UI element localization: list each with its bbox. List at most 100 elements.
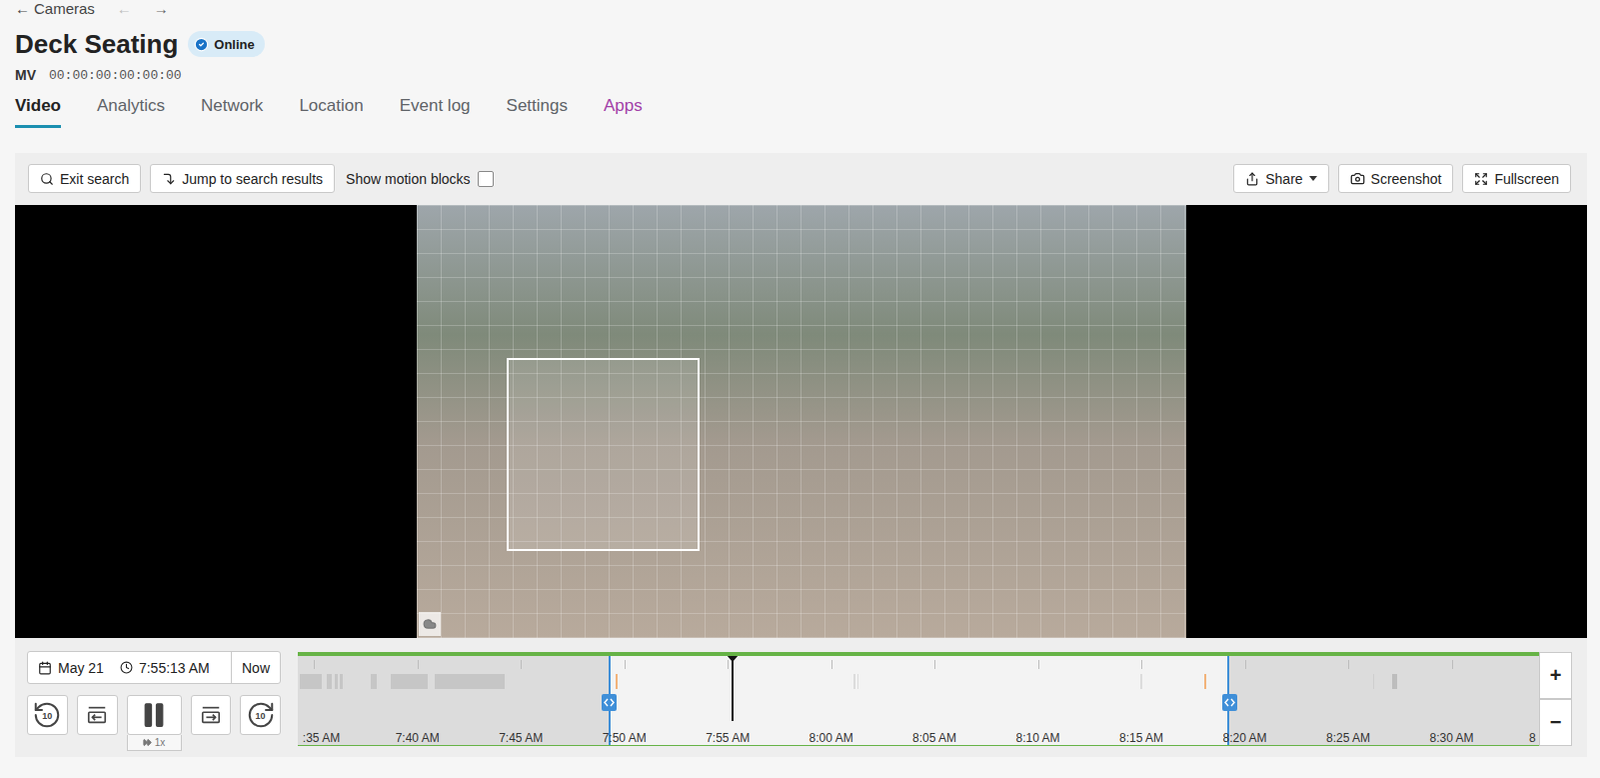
toolbar-button[interactable]: Exit search [27,163,141,193]
motion-event[interactable] [1204,673,1207,689]
selection-start-handle[interactable] [601,693,617,711]
toolbar-button[interactable]: Share [1233,163,1329,193]
tick-label: 7:40 AM [391,730,444,745]
fullscreen-icon [1474,171,1489,186]
toolbar-button[interactable]: Fullscreen [1462,163,1572,193]
motion-event[interactable] [299,673,321,689]
tab[interactable]: Network [200,94,263,128]
resize-handle-icon [603,697,615,707]
motion-event[interactable] [339,673,342,689]
video-frame [416,204,1187,638]
tab[interactable]: Event log [399,94,471,128]
pause-icon [138,699,169,730]
tick-mark [1348,659,1350,669]
tick-mark [417,659,419,669]
tick-label: 7:50 AM [598,730,651,745]
speed-button[interactable]: 1x [126,734,182,751]
camera-page: ←Cameras ← → Deck SeatingOnline MV 00:00:00:0… [0,0,1600,778]
tick-mark [1452,659,1454,669]
motion-event[interactable] [390,673,428,689]
tab[interactable]: Settings [506,94,568,128]
time-field[interactable]: 7:55:13 AM [113,651,231,683]
cloud-archive-button[interactable] [418,611,441,636]
motion-event[interactable] [326,673,332,689]
timeline[interactable]: :35 AM7:40 AM7:45 AM7:50 AM7:55 AM8:00 A… [297,651,1540,746]
motion-event[interactable] [853,673,855,689]
motion-event[interactable] [1392,673,1398,689]
tick-mark [831,659,833,669]
next-frame-icon [199,703,222,726]
jump-down-icon [161,171,176,186]
motion-blocks-toggle[interactable]: Show motion blocks [345,170,494,187]
tab[interactable]: Location [298,94,363,128]
motion-event[interactable] [370,673,377,689]
model: MV [14,66,36,83]
zoom-controls: +− [1539,651,1573,746]
tick-mark [520,659,522,669]
motion-event[interactable] [857,673,859,689]
video-player [14,204,1588,638]
next-frame-button[interactable] [190,694,232,735]
history-arrow[interactable]: → [153,0,169,18]
playback-buttons: 10 1x 10 [26,694,281,751]
caret-down-icon [1309,175,1318,182]
now-button[interactable]: Now [230,651,280,683]
motion-event[interactable] [615,673,618,689]
tab[interactable]: Video [14,94,61,128]
prev-frame-button[interactable] [76,694,118,735]
tick-mark [1141,659,1143,669]
share-icon [1245,171,1260,186]
video-panel: Exit search Jump to search results Show mo… [14,152,1588,757]
fast-forward-icon [142,737,152,747]
toolbar-right: Share ScreenshotFullscreen [1233,163,1572,193]
zoom-button[interactable]: + [1539,651,1573,699]
tick-mark [1038,659,1040,669]
calendar-icon [37,660,52,675]
back-link[interactable]: ←Cameras [14,0,95,18]
play-pause-button[interactable] [126,694,182,735]
date-field[interactable]: May 21 [27,651,114,683]
status-badge: Online [187,30,264,57]
title-row: Deck SeatingOnline [14,28,1600,59]
tick-label: :35 AM [297,730,340,745]
tick-label: 8:25 AM [1322,730,1375,745]
skip-forward-button[interactable]: 10 [239,694,281,735]
tick-label: 8:15 AM [1115,730,1168,745]
playhead[interactable] [731,655,734,721]
tab[interactable]: Apps [603,94,643,128]
video-toolbar: Exit search Jump to search results Show mo… [14,163,1588,193]
tick-label: 8 [1529,730,1540,745]
meta-row: MV 00:00:00:00:00:00 [14,66,1600,83]
tick-label: 8:05 AM [908,730,961,745]
tick-label: 8:30 AM [1426,730,1479,745]
prev-frame-icon [85,703,108,726]
tick-mark [624,659,626,669]
tick-mark [313,659,315,669]
toolbar-button[interactable]: Screenshot [1338,163,1455,193]
motion-event[interactable] [1140,673,1142,689]
motion-event[interactable] [1373,673,1375,689]
motion-event[interactable] [434,673,506,689]
toolbar-button[interactable]: Jump to search results [149,163,335,193]
history-arrow: ← [116,0,132,18]
header: ←Cameras ← → Deck SeatingOnline MV 00:00:00:0… [0,0,1600,128]
tick-mark [934,659,936,669]
skip-back-button[interactable]: 10 [26,694,68,735]
cloud-icon [422,616,437,631]
resize-handle-icon [1224,697,1236,707]
zoom-button[interactable]: − [1539,698,1573,746]
search-icon [39,171,54,186]
tab-bar: Video Analytics Network Location Event log Se… [14,94,1600,128]
mac-address: 00:00:00:00:00:00 [48,67,182,83]
tick-label: 7:45 AM [494,730,547,745]
check-circle-icon [193,36,209,52]
play-column: 1x [126,694,182,751]
checkbox[interactable] [477,170,494,187]
selection-end-handle[interactable] [1222,693,1238,711]
motion-event[interactable] [334,673,337,689]
search-region[interactable] [506,357,700,551]
playback-controls: May 217:55:13 AMNow 10 1x 10 :35 AM 7:40 AM 7:… [14,637,1588,757]
tick-label: 8:00 AM [805,730,858,745]
toolbar-left: Exit search Jump to search results Show mo… [27,163,494,193]
tab[interactable]: Analytics [96,94,165,128]
